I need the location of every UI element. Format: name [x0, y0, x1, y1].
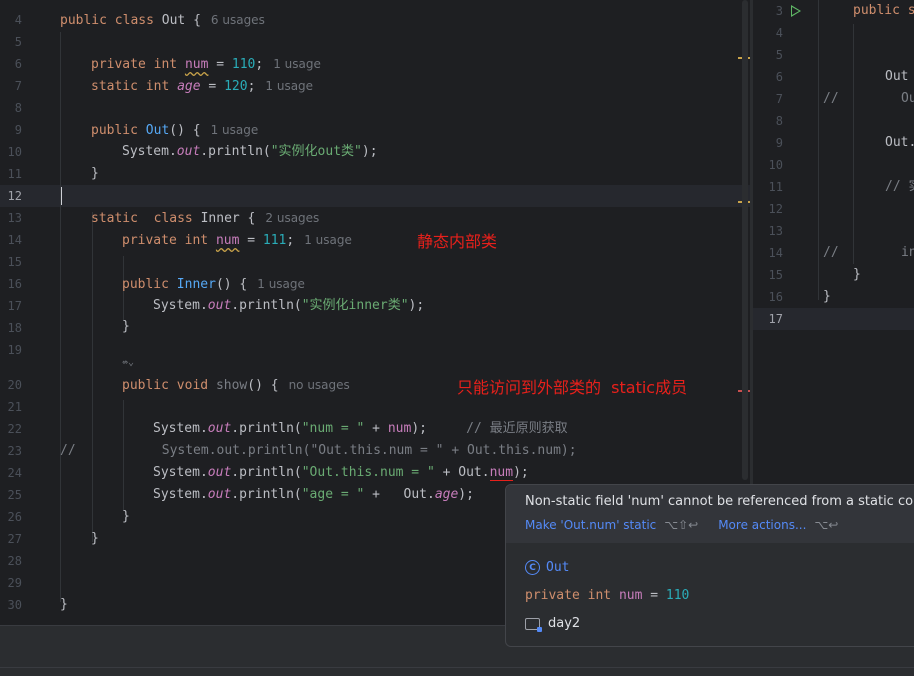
line-number: 26 — [7, 510, 22, 524]
make-static-action[interactable]: Make 'Out.num' static — [525, 518, 656, 532]
code-line-4: public class Out {6 usages — [60, 13, 265, 28]
code-line-15: } — [853, 267, 861, 282]
code-line-6: private int num = 110; 1 usage — [91, 57, 321, 72]
line-number: 27 — [7, 532, 22, 546]
inlay-widget[interactable]: ⇎⌄ — [122, 356, 134, 370]
indent-guide — [818, 0, 819, 300]
indent-guide — [853, 24, 854, 264]
code-line-13: static class Inner {2 usages — [91, 211, 320, 226]
line-number: 13 — [7, 211, 22, 225]
line-number: 18 — [7, 321, 22, 335]
code-line-14a: // — [823, 245, 839, 260]
line-number: 20 — [7, 378, 22, 392]
code-line-14: private int num = 111; 1 usage — [122, 233, 352, 248]
line-number: 21 — [7, 400, 22, 414]
code-line-11: // 实 — [885, 179, 914, 194]
line-number: 11 — [7, 167, 22, 181]
error-message: Non-static field 'num' cannot be referen… — [525, 494, 914, 509]
line-number: 24 — [7, 466, 22, 480]
vertical-scrollbar[interactable] — [742, 0, 748, 480]
line-number: 14 — [7, 233, 22, 247]
package-name: day2 — [548, 616, 581, 631]
divider — [0, 667, 914, 668]
code-line-23: // System.out.println("Out.this.num = " … — [60, 443, 577, 458]
line-number: 17 — [7, 299, 22, 313]
code-line-30: } — [60, 597, 68, 612]
line-number: 8 — [14, 101, 22, 115]
code-line-16: } — [823, 289, 831, 304]
error-field-num: num — [489, 465, 514, 481]
code-line-7: static int age = 120; 1 usage — [91, 79, 314, 94]
more-actions-shortcut: ⌥↩ — [814, 518, 839, 532]
code-line-18: } — [122, 319, 130, 334]
code-line-20: public void show() {no usages — [122, 378, 350, 393]
make-static-shortcut: ⌥⇧↩ — [664, 518, 699, 532]
annotation-static-inner-class: 静态内部类 — [417, 232, 498, 251]
line-number: 30 — [7, 598, 22, 612]
line-number: 10 — [7, 145, 22, 159]
line-number: 25 — [7, 488, 22, 502]
code-line-14b: in — [901, 245, 914, 260]
class-reference: C Out — [525, 560, 569, 575]
error-tooltip-popup[interactable]: Non-static field 'num' cannot be referen… — [505, 484, 914, 647]
line-number-active: 12 — [7, 189, 22, 203]
line-number: 28 — [7, 554, 22, 568]
quick-fix-actions: Make 'Out.num' static ⌥⇧↩ More actions... ⌥… — [525, 518, 858, 532]
code-line-11: } — [91, 166, 99, 181]
code-line-24: System.out.println("Out.this.num = " + O… — [153, 465, 529, 481]
code-line-7a: // — [823, 91, 839, 106]
usage-hint[interactable]: 2 usages — [265, 211, 319, 225]
package-folder-icon — [525, 617, 542, 632]
line-number: 6 — [14, 57, 22, 71]
class-link[interactable]: Out — [546, 560, 569, 575]
line-number: 15 — [7, 255, 22, 269]
line-number: 29 — [7, 576, 22, 590]
code-line-16: public Inner() {1 usage — [122, 277, 305, 292]
code-line-25: System.out.println("age = " + Out.age); — [153, 487, 474, 502]
code-line-9: Out. — [885, 135, 914, 150]
usage-hint[interactable]: 1 usage — [273, 57, 321, 71]
usage-hint[interactable]: no usages — [289, 378, 350, 392]
usage-hint[interactable]: 1 usage — [211, 123, 259, 137]
code-line-9: public Out() {1 usage — [91, 123, 259, 138]
line-number: 23 — [7, 444, 22, 458]
line-number: 4 — [14, 13, 22, 27]
line-number: 19 — [7, 343, 22, 357]
code-line-26: } — [122, 509, 130, 524]
usage-hint[interactable]: 1 usage — [257, 277, 305, 291]
code-line-3: public s — [853, 3, 914, 18]
code-line-27: } — [91, 531, 99, 546]
code-line-22: System.out.println("num = " + num); // 最… — [153, 421, 568, 436]
usage-hint[interactable]: 1 usage — [304, 233, 352, 247]
line-number: 16 — [7, 277, 22, 291]
field-num-inner: num — [215, 233, 240, 248]
line-number: 7 — [14, 79, 22, 93]
line-number-gutter[interactable]: 4 5 6 7 8 9 10 11 12 13 14 15 16 17 18 1… — [0, 0, 48, 625]
code-line-17: System.out.println("实例化inner类"); — [153, 298, 425, 313]
class-icon: C — [525, 560, 540, 575]
usage-hint[interactable]: 6 usages — [211, 13, 265, 27]
line-number: 9 — [14, 123, 22, 137]
field-num: num — [184, 57, 209, 72]
annotation-access-note: 只能访问到外部类的 static成员 — [457, 378, 688, 397]
package-reference: day2 — [525, 616, 581, 632]
line-number: 5 — [14, 35, 22, 49]
code-line-7b: Ou — [901, 91, 914, 106]
usage-hint[interactable]: 1 usage — [265, 79, 313, 93]
code-line-10: System.out.println("实例化out类"); — [122, 144, 378, 159]
field-declaration: private int num = 110 — [525, 588, 690, 603]
line-number: 22 — [7, 422, 22, 436]
code-line-6: Out — [885, 69, 909, 84]
more-actions-link[interactable]: More actions... — [718, 518, 806, 532]
